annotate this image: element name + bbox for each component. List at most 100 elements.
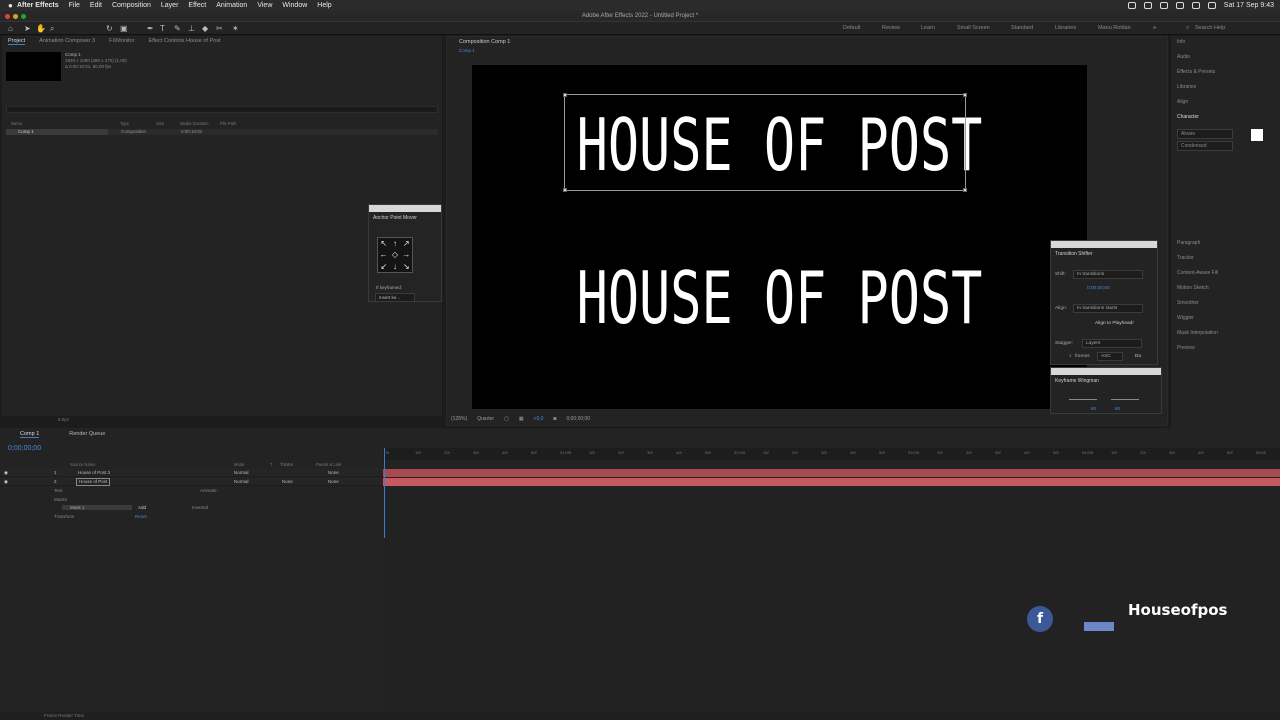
- wifi-icon[interactable]: [1191, 2, 1200, 9]
- exposure-value[interactable]: +0,0: [534, 416, 544, 422]
- align-select[interactable]: In transitions starts: [1073, 304, 1143, 313]
- search-help-input[interactable]: Search Help: [1195, 25, 1225, 31]
- roto-tool-icon[interactable]: ✂: [216, 25, 223, 33]
- align-playhead-button[interactable]: Align to Playhead!: [1095, 321, 1134, 326]
- eraser-tool-icon[interactable]: ◆: [202, 25, 208, 33]
- resolution-select[interactable]: Quarter: [477, 416, 494, 422]
- panel-motion-sketch[interactable]: Motion Sketch: [1177, 285, 1209, 291]
- col-file-path[interactable]: File Path: [220, 121, 237, 126]
- shift-select[interactable]: In transitions: [1073, 270, 1143, 279]
- menu-edit[interactable]: Edit: [90, 2, 102, 9]
- workspace-default[interactable]: Default: [843, 25, 860, 31]
- ease-out-value[interactable]: 60: [1115, 406, 1120, 411]
- record-icon[interactable]: [1159, 2, 1168, 9]
- panel-paragraph[interactable]: Paragraph: [1177, 240, 1200, 246]
- composition-canvas[interactable]: HOUSE OF POST HOUSE OF POST: [472, 65, 1087, 409]
- panel-audio[interactable]: Audio: [1177, 54, 1190, 60]
- visibility-eye-icon[interactable]: ◉: [4, 478, 8, 486]
- tab-animation-composer[interactable]: Animation Composer 3: [39, 38, 95, 44]
- col-source-name[interactable]: Source Name: [70, 462, 96, 467]
- panel-titlebar[interactable]: [1051, 241, 1157, 248]
- col-type[interactable]: Type: [120, 121, 129, 126]
- brush-tool-icon[interactable]: ✎: [174, 25, 181, 33]
- frames-value[interactable]: 1: [1069, 354, 1072, 359]
- panel-tracker[interactable]: Tracker: [1177, 255, 1194, 261]
- mask-inverted[interactable]: Inverted: [192, 505, 208, 510]
- handle-bottom-left[interactable]: [563, 188, 567, 192]
- type-tool-icon[interactable]: T: [160, 25, 165, 33]
- prop-transform[interactable]: Transform: [54, 514, 74, 519]
- panel-character[interactable]: Character: [1177, 114, 1199, 120]
- selection-bounding-box[interactable]: [563, 93, 967, 192]
- snapshot-icon[interactable]: ◙: [553, 416, 556, 422]
- layer-name[interactable]: House of Post 3: [78, 469, 110, 477]
- spotlight-icon[interactable]: [1207, 2, 1216, 9]
- col-t[interactable]: T: [270, 462, 273, 467]
- font-family-select[interactable]: Alvaro: [1177, 129, 1233, 139]
- bpc-label[interactable]: 8 bpc: [58, 417, 69, 422]
- tab-comp1[interactable]: Comp 1: [20, 431, 40, 438]
- visibility-eye-icon[interactable]: ◉: [4, 469, 8, 477]
- panel-titlebar[interactable]: [1051, 368, 1161, 375]
- more-workspaces-icon[interactable]: »: [1153, 25, 1156, 31]
- menu-animation[interactable]: Animation: [216, 2, 247, 9]
- menu-layer[interactable]: Layer: [161, 2, 179, 9]
- time-ruler[interactable]: 0f 10f 20f 30f 40f 50f 01:00f 10f 20f 30f 40f 50f 02…: [383, 448, 1280, 460]
- workspace-review[interactable]: Review: [882, 25, 900, 31]
- text-layer-bottom[interactable]: HOUSE OF POST: [558, 255, 1001, 341]
- col-size[interactable]: Size: [156, 121, 164, 126]
- menu-clock[interactable]: Sat 17 Sep 9:43: [1224, 2, 1274, 9]
- puppet-tool-icon[interactable]: ✶: [232, 25, 239, 33]
- arrow-down-left-icon[interactable]: ↙: [380, 262, 387, 271]
- panel-smoother[interactable]: Smoother: [1177, 300, 1199, 306]
- menu-file[interactable]: File: [69, 2, 80, 9]
- clone-tool-icon[interactable]: ⊥: [188, 25, 195, 33]
- prop-text[interactable]: Text: [54, 488, 62, 493]
- layer-row[interactable]: ◉ 2 House of Post Normal None None: [0, 478, 383, 486]
- arrow-down-icon[interactable]: ↓: [393, 262, 397, 271]
- camera-icon[interactable]: [1127, 2, 1136, 9]
- menu-help[interactable]: Help: [317, 2, 331, 9]
- project-row-comp[interactable]: Comp 1 Composition 0:00:10:01: [6, 129, 438, 135]
- creative-cloud-icon[interactable]: [1143, 2, 1152, 9]
- maximize-icon[interactable]: [21, 14, 26, 19]
- mask-name[interactable]: Mask 1: [62, 505, 132, 510]
- ease-in-value[interactable]: 60: [1091, 406, 1096, 411]
- timeline-track-area[interactable]: [383, 488, 1280, 712]
- handle-top-right[interactable]: [963, 93, 967, 97]
- layer-bar[interactable]: [383, 478, 1280, 486]
- pen-tool-icon[interactable]: ✒: [147, 25, 154, 33]
- apple-icon[interactable]: ●: [8, 1, 17, 10]
- handle-top-left[interactable]: [563, 93, 567, 97]
- col-trkmat[interactable]: TrkMat: [280, 462, 293, 467]
- panel-preview[interactable]: Preview: [1177, 345, 1195, 351]
- camera-tool-icon[interactable]: ▣: [120, 25, 128, 33]
- keyframed-select[interactable]: Insert ke...: [375, 293, 415, 302]
- menu-app[interactable]: After Effects: [17, 2, 59, 9]
- playhead[interactable]: [384, 448, 385, 538]
- layer-name[interactable]: House of Post: [76, 478, 111, 486]
- ease-in-slider[interactable]: [1069, 399, 1097, 400]
- panel-mask-interpolation[interactable]: Mask Interpolation: [1177, 330, 1218, 336]
- region-icon[interactable]: ▢: [504, 416, 509, 422]
- arrow-up-icon[interactable]: ↑: [393, 239, 397, 248]
- tab-fxmonitor[interactable]: FXMonitor: [109, 38, 134, 44]
- home-icon[interactable]: ⌂: [8, 25, 13, 33]
- shift-time[interactable]: 0;00;00;00: [1087, 286, 1110, 291]
- workspace-libraries[interactable]: Libraries: [1055, 25, 1076, 31]
- panel-align[interactable]: Align: [1177, 99, 1188, 105]
- workspace-small-screen[interactable]: Small Screen: [957, 25, 990, 31]
- font-style-select[interactable]: Condensed: [1177, 141, 1233, 151]
- layer-mode[interactable]: Normal: [234, 469, 249, 477]
- composition-subtab[interactable]: Comp 1: [447, 48, 475, 56]
- menu-composition[interactable]: Composition: [112, 2, 151, 9]
- col-name[interactable]: Name: [11, 121, 22, 126]
- menu-effect[interactable]: Effect: [188, 2, 206, 9]
- close-icon[interactable]: [5, 14, 10, 19]
- layer-mode[interactable]: Normal: [234, 478, 249, 486]
- minimize-icon[interactable]: [13, 14, 18, 19]
- menu-window[interactable]: Window: [282, 2, 307, 9]
- arrow-up-left-icon[interactable]: ↖: [380, 239, 387, 248]
- ease-out-slider[interactable]: [1111, 399, 1139, 400]
- battery-icon[interactable]: [1175, 2, 1184, 9]
